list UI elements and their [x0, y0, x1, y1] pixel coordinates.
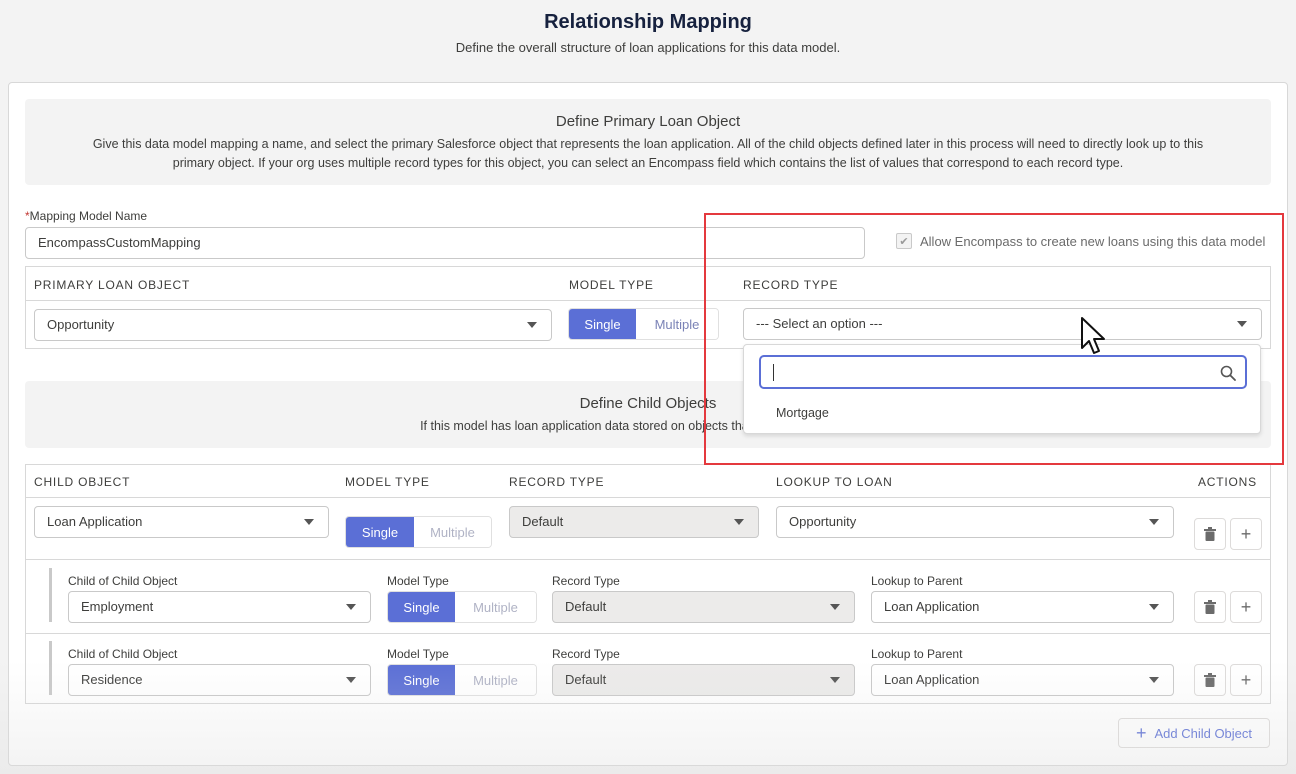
- header-actions: ACTIONS: [1198, 475, 1257, 489]
- child-object-select[interactable]: Loan Application: [34, 506, 329, 538]
- chevron-down-icon: [830, 604, 840, 610]
- chevron-down-icon: [734, 519, 744, 525]
- delete-row-button[interactable]: [1194, 591, 1226, 623]
- chevron-down-icon: [1149, 519, 1159, 525]
- single-option[interactable]: Single: [346, 517, 414, 547]
- child-record-type-select[interactable]: Default: [509, 506, 759, 538]
- plus-icon: +: [1135, 722, 1147, 743]
- primary-model-type-toggle[interactable]: Single Multiple: [568, 308, 719, 340]
- sub-record-type-label: Record Type: [552, 647, 620, 661]
- delete-row-button[interactable]: [1194, 518, 1226, 550]
- header-child-model-type: MODEL TYPE: [345, 475, 430, 489]
- sub-lookup-label: Lookup to Parent: [871, 574, 963, 588]
- highlight-box: [704, 213, 1284, 465]
- header-lookup-to-loan: LOOKUP TO LOAN: [776, 475, 893, 489]
- multiple-option[interactable]: Multiple: [455, 592, 536, 622]
- chevron-down-icon: [346, 677, 356, 683]
- header-child-record-type: RECORD TYPE: [509, 475, 605, 489]
- chevron-down-icon: [1149, 604, 1159, 610]
- sub-model-type-label: Model Type: [387, 647, 449, 661]
- single-option[interactable]: Single: [388, 665, 455, 695]
- lookup-to-loan-select[interactable]: Opportunity: [776, 506, 1174, 538]
- plus-icon: +: [1240, 669, 1252, 690]
- primary-object-select[interactable]: Opportunity: [34, 309, 552, 341]
- header-child-object: CHILD OBJECT: [34, 475, 131, 489]
- sub-lookup-select[interactable]: Loan Application: [871, 591, 1174, 623]
- add-child-object-button[interactable]: + Add Child Object: [1118, 718, 1270, 748]
- sub-model-type-toggle[interactable]: Single Multiple: [387, 591, 537, 623]
- trash-icon: [1204, 600, 1216, 614]
- chevron-down-icon: [304, 519, 314, 525]
- delete-row-button[interactable]: [1194, 664, 1226, 696]
- multiple-option[interactable]: Multiple: [414, 517, 491, 547]
- sub-row-indent-bar: [49, 568, 52, 622]
- sub-row-indent-bar: [49, 641, 52, 695]
- sub-record-type-label: Record Type: [552, 574, 620, 588]
- sub-lookup-select[interactable]: Loan Application: [871, 664, 1174, 696]
- primary-section-description: Give this data model mapping a name, and…: [92, 137, 1204, 170]
- mapping-name-label: *Mapping Model Name: [25, 209, 148, 223]
- header-primary-loan-object: PRIMARY LOAN OBJECT: [34, 278, 191, 292]
- sub-object-select[interactable]: Residence: [68, 664, 371, 696]
- trash-icon: [1204, 673, 1216, 687]
- chevron-down-icon: [1149, 677, 1159, 683]
- single-option[interactable]: Single: [569, 309, 636, 339]
- sub-model-type-label: Model Type: [387, 574, 449, 588]
- mouse-pointer-icon: [1081, 317, 1105, 354]
- plus-icon: +: [1240, 596, 1252, 617]
- primary-section-info: Define Primary Loan Object Give this dat…: [25, 99, 1271, 185]
- child-model-type-toggle[interactable]: Single Multiple: [345, 516, 492, 548]
- single-option[interactable]: Single: [388, 592, 455, 622]
- add-row-button[interactable]: +: [1230, 591, 1262, 623]
- add-row-button[interactable]: +: [1230, 518, 1262, 550]
- multiple-option[interactable]: Multiple: [455, 665, 536, 695]
- trash-icon: [1204, 527, 1216, 541]
- primary-section-title: Define Primary Loan Object: [555, 113, 741, 130]
- sub-record-type-select[interactable]: Default: [552, 591, 855, 623]
- sub-object-label: Child of Child Object: [68, 574, 178, 588]
- sub-lookup-label: Lookup to Parent: [871, 647, 963, 661]
- sub-object-label: Child of Child Object: [68, 647, 178, 661]
- divider: [26, 559, 1270, 560]
- sub-record-type-select[interactable]: Default: [552, 664, 855, 696]
- sub-model-type-toggle[interactable]: Single Multiple: [387, 664, 537, 696]
- header-model-type: MODEL TYPE: [569, 278, 654, 292]
- page-subtitle: Define the overall structure of loan app…: [455, 40, 841, 55]
- chevron-down-icon: [346, 604, 356, 610]
- divider: [26, 497, 1270, 498]
- chevron-down-icon: [830, 677, 840, 683]
- plus-icon: +: [1240, 523, 1252, 544]
- page-title: Relationship Mapping: [544, 11, 752, 33]
- add-row-button[interactable]: +: [1230, 664, 1262, 696]
- divider: [26, 633, 1270, 634]
- chevron-down-icon: [527, 322, 537, 328]
- sub-object-select[interactable]: Employment: [68, 591, 371, 623]
